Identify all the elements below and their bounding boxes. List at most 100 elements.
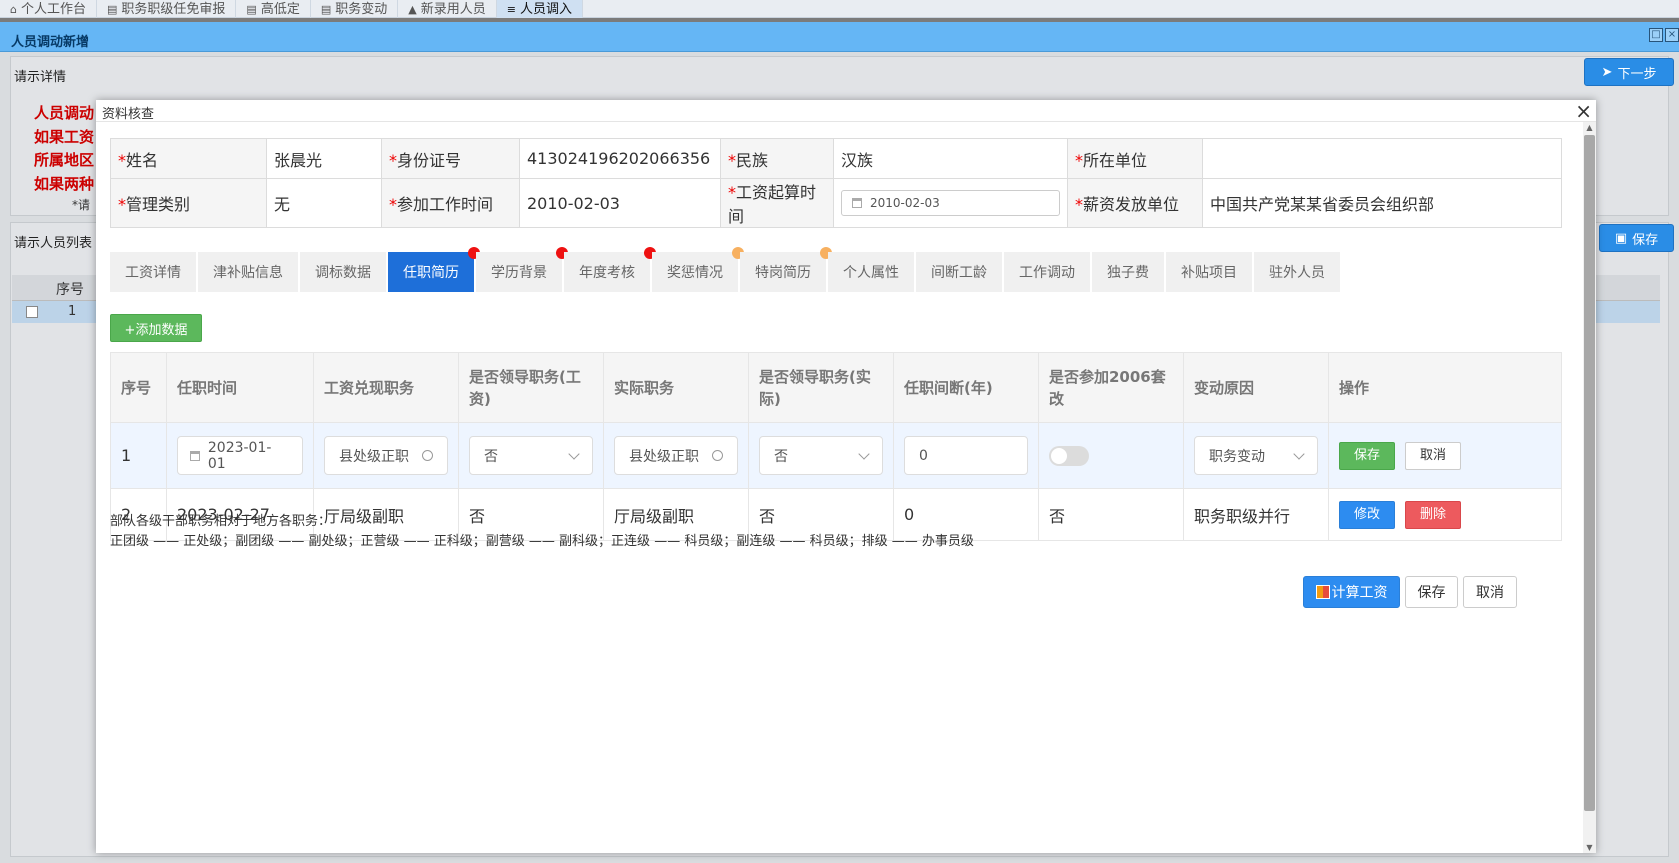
workstart-value: 2010-02-03: [519, 178, 721, 228]
name-label: *姓名: [110, 138, 267, 179]
col-gap-years: 任职间断(年): [893, 352, 1039, 423]
table-header-row: 序号 任职时间 工资兑现职务 是否领导职务(工资) 实际职务 是否领导职务(实际…: [110, 352, 1562, 423]
reason-select[interactable]: 职务变动: [1194, 436, 1318, 475]
leader-salary-select[interactable]: 否: [469, 436, 593, 475]
tab-only-child[interactable]: 独子费: [1092, 252, 1164, 292]
next-step-button[interactable]: ➤ 下一步: [1584, 58, 1674, 86]
tab-rewards[interactable]: 奖惩情况: [652, 247, 744, 292]
tab-education[interactable]: 学历背景: [476, 247, 568, 292]
red-notes: 人员调动 如果工资 所属地区 如果两种: [34, 104, 95, 193]
list-row-seq: 1: [68, 304, 77, 319]
top-tab-appointment[interactable]: ▤ 职务职级任免审报: [97, 0, 237, 18]
tab-adjust-data[interactable]: 调标数据: [300, 252, 386, 292]
salarystart-cell: 2010-02-03: [833, 178, 1068, 228]
tab-annual-review[interactable]: 年度考核: [564, 247, 656, 292]
person-info-table: *姓名 张晨光 *身份证号 413024196202066356 *民族 汉族 …: [110, 138, 1562, 228]
col-seq: 序号: [110, 352, 167, 423]
dialog-footer: 计算工资 保存 取消: [1303, 576, 1517, 608]
payunit-value: 中国共产党某某省委员会组织部: [1202, 178, 1562, 228]
calculator-icon: [1315, 585, 1330, 599]
row-delete-button[interactable]: 删除: [1405, 500, 1461, 529]
dialog-cancel-button[interactable]: 取消: [1463, 576, 1517, 608]
payunit-label: *薪资发放单位: [1067, 178, 1203, 228]
salary-start-date-input[interactable]: 2010-02-03: [841, 190, 1060, 216]
doc-icon: ▤: [107, 3, 118, 16]
table-row-editing: 1 2023-01-01 县处级正职 否 县处级正职 否 0 职务变动 保存 取消: [110, 422, 1562, 489]
col-salary-post: 工资兑现职务: [313, 352, 459, 423]
tab-special-post[interactable]: 特岗简历: [740, 247, 832, 292]
scroll-down-icon[interactable]: ▼: [1583, 843, 1596, 852]
user-icon: ▲: [408, 3, 417, 16]
leader-actual-select[interactable]: 否: [759, 436, 883, 475]
tab-salary-detail[interactable]: 工资详情: [110, 252, 196, 292]
tab-position-history[interactable]: 任职简历: [388, 247, 480, 292]
unit-value: [1202, 138, 1562, 179]
row-save-button[interactable]: 保存: [1339, 441, 1395, 470]
search-icon: [712, 450, 723, 461]
rank-mapping-note: 部队各级干部职务相对于地方各职务： 正团级 —— 正处级；副团级 —— 副处级；…: [110, 514, 974, 549]
chevron-down-icon: [858, 447, 870, 460]
maximize-icon[interactable]: □: [1649, 28, 1663, 42]
scroll-thumb[interactable]: [1584, 135, 1595, 811]
calendar-icon: [190, 450, 200, 461]
col-date: 任职时间: [166, 352, 314, 423]
close-icon[interactable]: ×: [1665, 28, 1679, 42]
workstart-label: *参加工作时间: [381, 178, 520, 228]
data-check-dialog: 资料核查 × ▲ ▼ *姓名 张晨光 *身份证号 413024196202066…: [96, 100, 1596, 853]
top-tab-workbench[interactable]: ⌂ 个人工作台: [0, 0, 97, 18]
doc-icon: ▤: [320, 3, 332, 16]
main-window-title: 人员调动新增: [0, 22, 1679, 52]
add-data-button[interactable]: +添加数据: [110, 314, 202, 342]
col-reform-2006: 是否参加2006套改: [1038, 352, 1184, 423]
info-tabs: 工资详情 津补贴信息 调标数据 任职简历 学历背景 年度考核 奖惩情况 特岗简历…: [110, 247, 1340, 292]
row-cancel-button[interactable]: 取消: [1405, 441, 1461, 470]
required-label: *请: [72, 198, 91, 212]
dialog-title: 资料核查: [96, 100, 1596, 122]
tab-overseas[interactable]: 驻外人员: [1254, 252, 1340, 292]
mgmt-label: *管理类别: [110, 178, 267, 228]
doc-icon: ▤: [246, 3, 257, 16]
list-save-button[interactable]: ▣ 保存: [1599, 224, 1674, 252]
search-icon: [422, 450, 433, 461]
send-icon: ➤: [1601, 64, 1613, 80]
col-leader-salary: 是否领导职务(工资): [458, 352, 604, 423]
ethnic-value: 汉族: [833, 138, 1068, 179]
tab-subsidy-items[interactable]: 补贴项目: [1166, 252, 1252, 292]
window-controls: □ ×: [1649, 28, 1679, 42]
dialog-scrollbar[interactable]: ▲ ▼: [1583, 122, 1596, 853]
top-tab-level[interactable]: ▤ 高低定: [236, 0, 311, 18]
name-value: 张晨光: [266, 138, 382, 179]
top-tab-bar: ⌂ 个人工作台 ▤ 职务职级任免审报 ▤ 高低定 ▤ 职务变动 ▲ 新录用人员 ≡ 人员调入: [0, 0, 1679, 18]
top-tab-new-hire[interactable]: ▲ 新录用人员: [398, 0, 497, 18]
home-icon: ⌂: [10, 3, 17, 16]
dialog-save-button[interactable]: 保存: [1405, 576, 1458, 608]
unit-label: *所在单位: [1067, 138, 1203, 179]
salary-post-picker[interactable]: 县处级正职: [324, 436, 448, 475]
top-tab-transfer-in[interactable]: ≡ 人员调入: [496, 0, 583, 18]
salarystart-label: *工资起算时间: [720, 178, 834, 228]
tab-allowance[interactable]: 津补贴信息: [198, 252, 298, 292]
dialog-close-icon[interactable]: ×: [1575, 100, 1592, 122]
tab-personal-attr[interactable]: 个人属性: [828, 252, 914, 292]
gap-years-input[interactable]: 0: [904, 436, 1028, 475]
top-tab-post-change[interactable]: ▤ 职务变动: [311, 0, 399, 18]
tab-service-gap[interactable]: 间断工龄: [916, 252, 1002, 292]
col-actual-post: 实际职务: [603, 352, 749, 423]
reform-2006-toggle[interactable]: [1049, 445, 1089, 466]
id-value: 413024196202066356: [519, 138, 721, 179]
chevron-down-icon: [568, 447, 580, 460]
tab-work-transfer[interactable]: 工作调动: [1004, 252, 1090, 292]
row-seq: 1: [110, 422, 167, 489]
col-leader-actual: 是否领导职务(实际): [748, 352, 894, 423]
list-header-seq: 序号: [56, 282, 84, 298]
id-label: *身份证号: [381, 138, 520, 179]
actual-post-picker[interactable]: 县处级正职: [614, 436, 738, 475]
col-reason: 变动原因: [1183, 352, 1329, 423]
section-detail-title: 请示详情: [14, 70, 67, 85]
calc-salary-button[interactable]: 计算工资: [1303, 576, 1400, 608]
row-checkbox[interactable]: [26, 306, 38, 318]
date-input[interactable]: 2023-01-01: [177, 436, 303, 475]
row-edit-button[interactable]: 修改: [1339, 500, 1395, 529]
scroll-up-icon[interactable]: ▲: [1583, 123, 1596, 132]
section-list-title: 请示人员列表: [14, 236, 93, 251]
